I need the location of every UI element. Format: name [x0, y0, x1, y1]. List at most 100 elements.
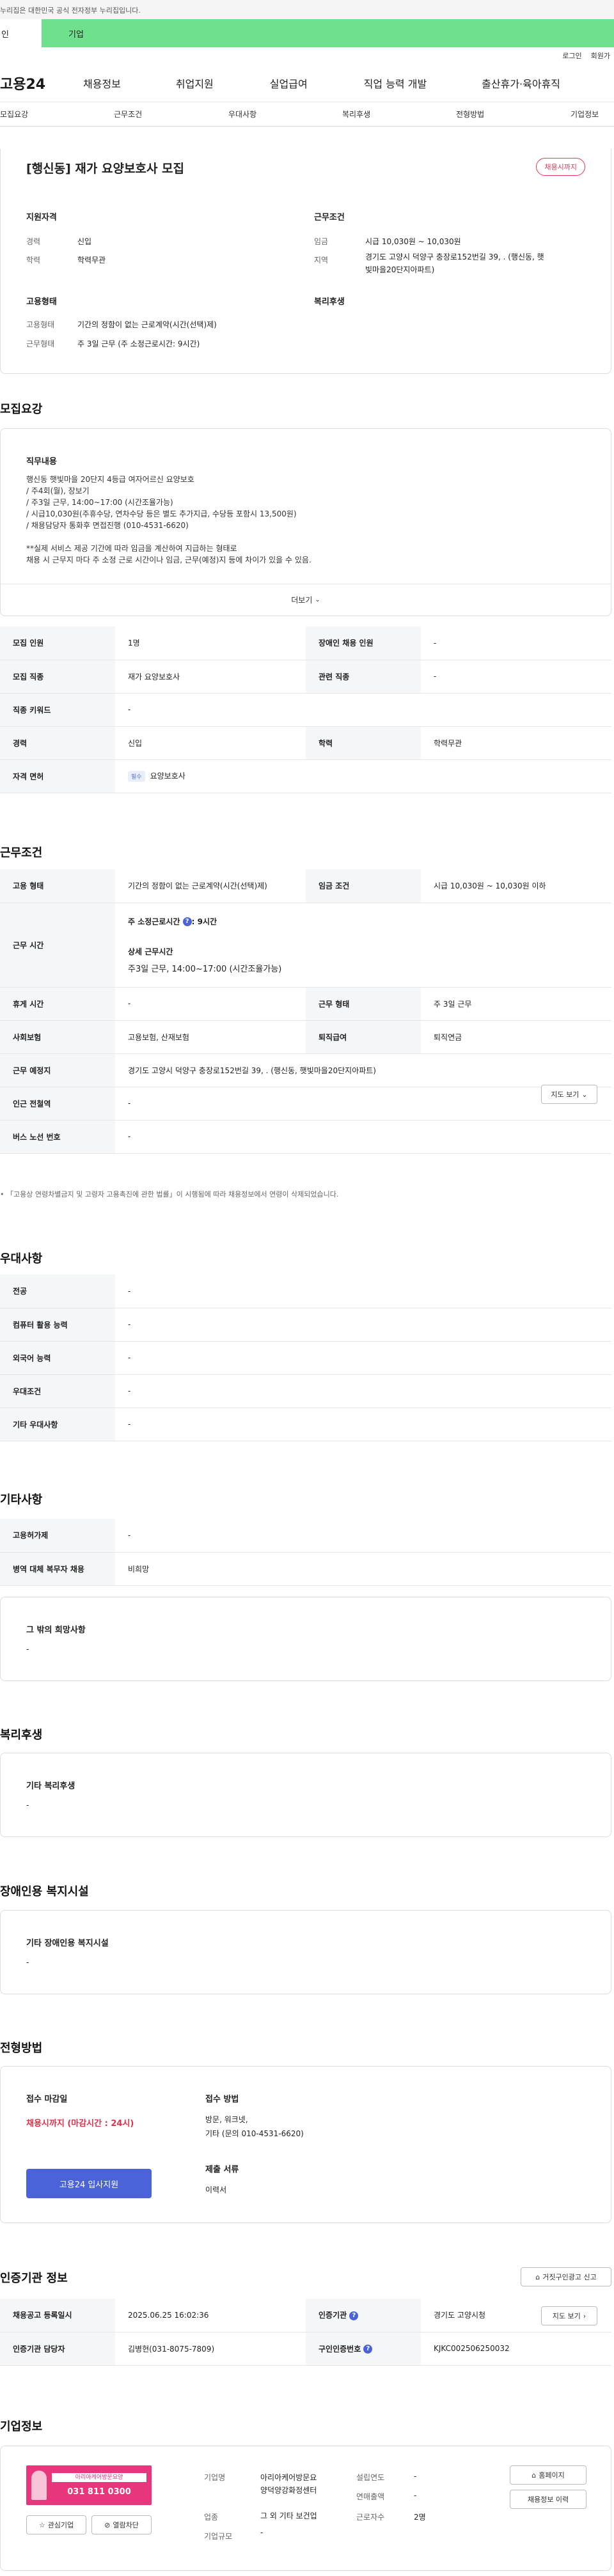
insurance-label: 사회보험 [0, 1020, 115, 1054]
help-icon[interactable]: ? [349, 2311, 359, 2320]
founded-label: 설립연도 [356, 2473, 385, 2482]
logo-figure-icon [31, 2471, 47, 2500]
help-icon[interactable]: ? [363, 2345, 373, 2354]
job-history-button[interactable]: 채용정보 이력 [510, 2490, 586, 2509]
keyword-value: - [115, 693, 611, 727]
retire-label: 퇴직급여 [306, 1020, 421, 1054]
table-row: 자격 면허 필수 요양보호사 [0, 759, 611, 793]
weekly-hours-label: 주 소정근로시간 [128, 917, 180, 926]
location-value-line1: 경기도 고양시 덕양구 충장로152번길 39, . (행신동, 햇 [365, 252, 544, 261]
worktime-cell: 주 소정근로시간 ?: 9시간 상세 근무시간 주3일 근무, 14:00~17… [115, 903, 611, 988]
wage-row-value: 시급 10,030원 ~ 10,030원 이하 [421, 869, 611, 903]
gnb-item-jobs[interactable]: 채용정보 [83, 75, 121, 91]
pref-label: 외국어 능력 [0, 1341, 115, 1375]
more-button[interactable]: 더보기 ⌄ [1, 584, 611, 616]
pref-value: - [115, 1374, 611, 1408]
anchor-preference[interactable]: 우대사항 [228, 109, 256, 120]
gnb-item-unemployment-benefit[interactable]: 실업급여 [270, 75, 308, 91]
welfare-other-title: 기타 복리후생 [26, 1781, 75, 1791]
wage-value: 시급 10,030원 ~ 10,030원 [365, 237, 461, 246]
member-type-tabs: 인 기업 [0, 19, 614, 47]
gov-notice-bar: 누리집은 대한민국 공식 전자정부 누리집입니다. [0, 0, 614, 19]
apply-button[interactable]: 고용24 입사지원 [26, 2169, 152, 2198]
chevron-right-icon: › [583, 2311, 586, 2320]
process-card: 접수 마감일 채용시까지 (마감시간 : 24시) 고용24 입사지원 접수 방… [0, 2066, 611, 2223]
pref-label: 컴퓨터 활용 능력 [0, 1308, 115, 1342]
emptype-label: 고용형태 [26, 320, 55, 329]
pref-value: - [115, 1275, 611, 1308]
emp-type-title: 고용형태 [26, 297, 57, 307]
age-law-note-text: 「고용상 연령차별금지 및 고령자 고용촉진에 관한 법률」이 시행됨에 따라 … [6, 1190, 339, 1199]
tab-person[interactable]: 인 [0, 19, 42, 47]
more-label: 더보기 [291, 596, 313, 605]
homepage-button[interactable]: ⌂ 홈페이지 [510, 2465, 586, 2485]
rest-value: - [115, 987, 306, 1021]
gnb-item-parental-leave[interactable]: 출산휴가·육아휴직 [482, 75, 560, 91]
duty-line: **실제 서비스 제공 기간에 따라 임금을 계산하여 지급하는 형태로 [26, 544, 237, 553]
section-anchor-nav: 모집요강 근무조건 우대사항 복리후생 전형방법 기업정보 [0, 102, 614, 127]
wage-row-label: 임금 조건 [306, 869, 421, 903]
logo-company-text: 아리아케어방문요양 [52, 2473, 146, 2482]
facility-value: - [26, 1958, 29, 1967]
method-value-line1: 방문, 워크넷, [205, 2115, 248, 2124]
recruit-detail-table: 모집 인원 1명 장애인 채용 인원 - 모집 직종 재가 요양보호사 관련 직종 - 직종… [0, 626, 611, 793]
edu-value: 학력무관 [77, 256, 106, 265]
reg-date-label: 채용공고 등록일시 [0, 2299, 115, 2332]
duty-line: / 주4회(월), 장보기 [26, 486, 90, 495]
career-value: 신입 [77, 237, 92, 246]
workplace-label: 근무 예정지 [0, 1053, 115, 1087]
anchor-recruit[interactable]: 모집요강 [0, 109, 28, 120]
bus-label: 버스 노선 번호 [0, 1120, 115, 1154]
process-section-title: 전형방법 [0, 2042, 43, 2055]
table-row: 휴게 시간 - 근무 형태 주 3일 근무 [0, 987, 611, 1021]
anchor-welfare[interactable]: 복리후생 [342, 109, 370, 120]
help-icon[interactable]: ? [182, 917, 192, 926]
etc-value: - [115, 1519, 611, 1553]
scale-label: 기업규모 [204, 2532, 233, 2541]
agency-table: 채용공고 등록일시 2025.06.25 16:02:36 인증기관 ? 경기도 고양… [0, 2299, 611, 2366]
anchor-process[interactable]: 전형방법 [456, 109, 484, 120]
block-view-button[interactable]: ⊘ 열람차단 [91, 2515, 152, 2534]
site-logo[interactable]: 고용24 [0, 73, 77, 93]
staff-label: 근로자수 [356, 2513, 385, 2522]
gov-notice-text: 누리집은 대한민국 공식 전자정부 누리집입니다. [0, 6, 141, 15]
method-value-line2: 기타 (문의 010-4531-6620) [205, 2129, 304, 2138]
gnb-item-employment-support[interactable]: 취업지원 [176, 75, 214, 91]
report-fake-ad-button[interactable]: ⌂ 거짓구인광고 신고 [521, 2267, 611, 2286]
login-link[interactable]: 로그인 [562, 50, 581, 61]
gnb-item-skills-dev[interactable]: 직업 능력 개발 [364, 75, 427, 91]
detail-hours-label: 상세 근무시간 [128, 947, 173, 956]
emptype-value: 기간의 정함이 없는 근로계약(시간(선택)제) [77, 320, 217, 329]
disabled-hire-label: 장애인 채용 인원 [306, 626, 421, 660]
workplace-map-button[interactable]: 지도 보기 ⌄ [541, 1085, 597, 1104]
global-nav: 고용24 채용정보 취업지원 실업급여 직업 능력 개발 출산휴가·육아휴직 [0, 64, 614, 102]
interest-company-button[interactable]: ☆ 관심기업 [26, 2515, 86, 2534]
related-job-label: 관련 직종 [306, 660, 421, 694]
job-title: [행신동] 재가 요양보호사 모집 [26, 162, 184, 176]
join-link[interactable]: 회원가 [591, 50, 610, 61]
anchor-company[interactable]: 기업정보 [571, 109, 599, 120]
license-value: 요양보호사 [150, 772, 185, 780]
pref-value: - [115, 1341, 611, 1375]
welfare-card: 기타 복리후생 - [0, 1753, 611, 1837]
subway-label: 인근 전철역 [0, 1087, 115, 1121]
tab-enterprise[interactable]: 기업 [42, 19, 614, 47]
agency-manager-label: 인증기관 담당자 [0, 2332, 115, 2366]
table-row: 사회보험 고용보험, 산재보험 퇴직급여 퇴직연금 [0, 1020, 611, 1054]
agency-map-button[interactable]: 지도 보기 › [541, 2306, 597, 2325]
sales-value: - [414, 2491, 417, 2500]
job-type-value: 재가 요양보호사 [115, 660, 306, 694]
logo-phone-text: 031 811 0300 [67, 2487, 131, 2497]
workform-row-value: 주 3일 근무 [421, 987, 611, 1021]
workplace-value: 경기도 고양시 덕양구 충장로152번길 39, . (행신동, 햇빛마을20단… [115, 1053, 611, 1087]
home-icon: ⌂ [531, 2471, 537, 2479]
duty-card: 직무내용 행신동 햇빛마을 20단지 4등급 여자어르신 요양보호 / 주4회(… [0, 428, 611, 616]
workform-row-label: 근무 형태 [306, 987, 421, 1021]
duty-line: / 시급10,030원(주휴수당, 연차수당 등은 별도 추가지급, 수당등 포… [26, 509, 297, 518]
location-value-line2: 빛마을20단지아파트) [365, 265, 435, 274]
rest-label: 휴게 시간 [0, 987, 115, 1021]
anchor-conditions[interactable]: 근무조건 [114, 109, 142, 120]
homepage-label: 홈페이지 [539, 2471, 565, 2479]
conditions-table: 고용 형태 기간의 정함이 없는 근로계약(시간(선택)제) 임금 조건 시급 10,… [0, 869, 611, 1154]
staff-value: 2명 [414, 2513, 426, 2522]
